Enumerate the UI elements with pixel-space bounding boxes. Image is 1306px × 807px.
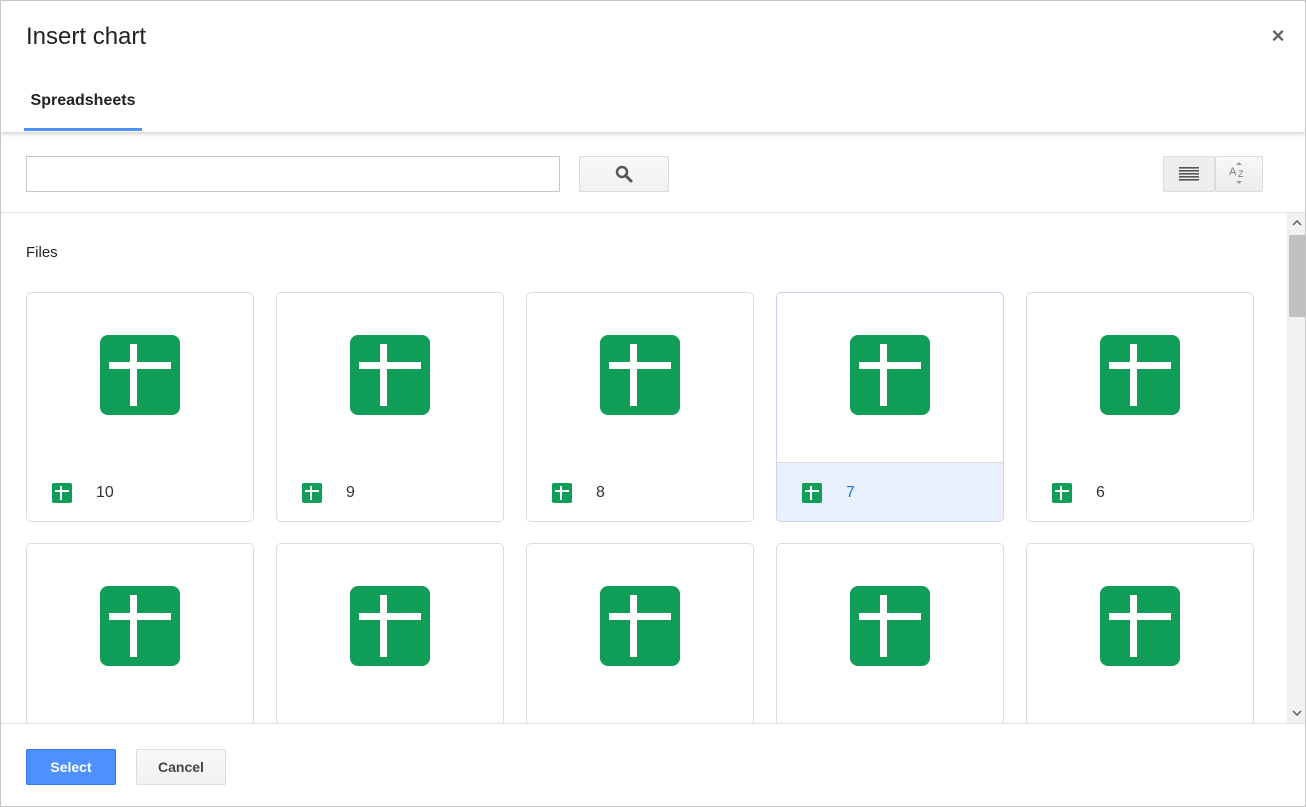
file-thumbnail [27,544,253,713]
file-thumbnail [1027,544,1253,713]
file-thumbnail [527,544,753,713]
file-card[interactable]: 9 [276,292,504,522]
file-card[interactable] [276,543,504,723]
sheets-icon [850,335,930,420]
file-card-footer: 9 [277,462,503,521]
search-icon [615,165,633,183]
sheets-icon [100,335,180,420]
section-label-files: Files [26,244,58,261]
file-card[interactable]: 6 [1026,292,1254,522]
file-card-footer: 10 [27,462,253,521]
sheets-icon [850,586,930,671]
file-thumbnail [1027,293,1253,462]
sheets-small-icon [302,482,322,503]
file-thumbnail [777,293,1003,462]
file-card[interactable] [1026,543,1254,723]
file-card[interactable] [526,543,754,723]
search-input[interactable] [26,156,560,192]
file-thumbnail [777,544,1003,713]
file-card-footer: 7 [777,462,1003,521]
cancel-button[interactable]: Cancel [136,749,226,785]
file-thumbnail [27,293,253,462]
file-grid: 10 9 8 7 6 [26,292,1254,723]
file-card[interactable] [776,543,1004,723]
sheets-icon [350,586,430,671]
file-name: 9 [346,483,355,501]
file-name: 6 [1096,483,1105,501]
file-card[interactable]: 10 [26,292,254,522]
select-button[interactable]: Select [26,749,116,785]
sheets-icon [100,586,180,671]
sheets-icon [1100,586,1180,671]
sort-button[interactable]: A Z [1215,156,1263,192]
tab-label: Spreadsheets [30,92,136,109]
sort-az-icon: A Z [1229,162,1244,184]
file-card[interactable]: 8 [526,292,754,522]
tab-spreadsheets[interactable]: Spreadsheets [24,83,142,131]
sheets-small-icon [52,482,72,503]
toolbar: A Z [1,132,1305,213]
svg-text:Z: Z [1238,169,1244,179]
file-name: 10 [96,483,114,501]
sheets-small-icon [802,483,822,503]
insert-chart-dialog: Insert chart × Spreadsheets A Z Files 10… [0,0,1306,807]
dialog-header: Insert chart × Spreadsheets [1,1,1305,132]
file-browser: Files 10 9 8 7 6 [1,213,1287,723]
scroll-thumb[interactable] [1289,235,1305,317]
file-thumbnail [527,293,753,462]
scroll-down-arrow[interactable] [1287,703,1305,723]
list-view-button[interactable] [1163,156,1215,192]
sheets-icon [1100,335,1180,420]
sheets-icon [600,335,680,420]
scroll-up-arrow[interactable] [1287,213,1305,233]
close-icon[interactable]: × [1267,23,1289,49]
list-view-icon [1179,167,1199,181]
file-card-footer: 6 [1027,462,1253,521]
file-name: 8 [596,483,605,501]
scrollbar[interactable] [1287,213,1305,723]
file-name: 7 [846,484,855,501]
search-button[interactable] [579,156,669,192]
svg-text:A: A [1229,166,1237,178]
dialog-footer: Select Cancel [1,723,1305,806]
file-card[interactable] [26,543,254,723]
dialog-title: Insert chart [26,23,147,50]
file-thumbnail [277,544,503,713]
file-card[interactable]: 7 [776,292,1004,522]
file-thumbnail [277,293,503,462]
file-card-footer: 8 [527,462,753,521]
sheets-icon [350,335,430,420]
sheets-small-icon [1052,482,1072,503]
sheets-icon [600,586,680,671]
sheets-small-icon [552,482,572,503]
